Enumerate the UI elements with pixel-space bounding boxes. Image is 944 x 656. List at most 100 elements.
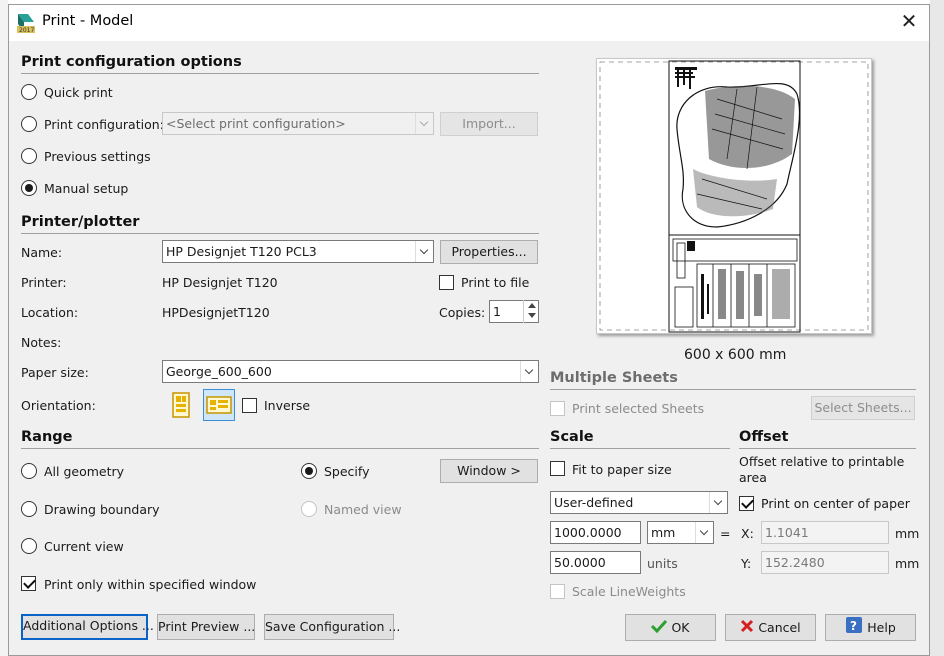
- drawing-thumbnail: [599, 60, 869, 333]
- section-divider: [739, 448, 916, 449]
- save-configuration-button[interactable]: Save Configuration ...: [264, 614, 400, 640]
- import-button[interactable]: Import...: [440, 112, 538, 136]
- copies-stepper[interactable]: [523, 300, 538, 323]
- radio-manual-setup[interactable]: [21, 180, 37, 196]
- label-manual-setup: Manual setup: [44, 181, 129, 196]
- label-scale-lineweights: Scale LineWeights: [572, 584, 686, 599]
- scale-equals-sign: =: [720, 526, 731, 541]
- label-print-on-center: Print on center of paper: [761, 496, 910, 511]
- label-specify: Specify: [324, 464, 370, 479]
- offset-y-input[interactable]: 152.2480: [761, 551, 889, 574]
- ok-button[interactable]: OK: [625, 614, 716, 641]
- section-divider: [21, 73, 539, 74]
- offset-y-unit: mm: [895, 556, 920, 571]
- chevron-down-icon: [695, 522, 713, 543]
- offset-x-unit: mm: [895, 526, 920, 541]
- scale-type-select[interactable]: User-defined: [550, 491, 728, 514]
- chevron-down-icon: [415, 113, 433, 134]
- print-to-file-checkbox[interactable]: [439, 275, 454, 290]
- label-location: Location:: [21, 305, 79, 320]
- radio-named-view[interactable]: [301, 501, 317, 517]
- label-units: units: [647, 556, 678, 571]
- properties-button[interactable]: Properties...: [440, 240, 538, 264]
- section-title-scale: Scale: [550, 429, 594, 445]
- scale-value1-input[interactable]: 1000.0000: [550, 521, 641, 544]
- label-offset-x: X:: [741, 526, 754, 541]
- select-sheets-button[interactable]: Select Sheets...: [811, 396, 915, 420]
- print-selected-sheets-checkbox[interactable]: [550, 401, 565, 416]
- paper-size-caption: 600 x 600 mm: [684, 347, 787, 363]
- print-configuration-select[interactable]: <Select print configuration>: [162, 112, 434, 135]
- paper-size-select[interactable]: George_600_600: [162, 360, 539, 383]
- stepper-down-icon[interactable]: [528, 313, 536, 318]
- section-title-offset: Offset: [739, 429, 789, 445]
- label-orientation: Orientation:: [21, 398, 96, 413]
- window-button[interactable]: Window >: [440, 459, 538, 483]
- chevron-down-icon: [709, 492, 727, 513]
- label-paper-size: Paper size:: [21, 365, 89, 380]
- printer-value: HP Designjet T120: [162, 275, 278, 290]
- radio-current-view[interactable]: [21, 538, 37, 554]
- section-title-printer: Printer/plotter: [21, 214, 140, 230]
- label-previous-settings: Previous settings: [44, 149, 151, 164]
- print-preview-button[interactable]: Print Preview ...: [157, 614, 255, 640]
- radio-print-configuration[interactable]: [21, 116, 37, 132]
- check-icon: [651, 616, 668, 641]
- cancel-button[interactable]: Cancel: [725, 614, 816, 641]
- stepper-up-icon[interactable]: [528, 303, 536, 308]
- label-quick-print: Quick print: [44, 85, 113, 100]
- label-offset-y: Y:: [741, 556, 752, 571]
- label-inverse: Inverse: [264, 398, 311, 413]
- chevron-down-icon: [520, 361, 538, 382]
- section-divider: [21, 233, 539, 234]
- autocad-app-icon: 2017: [16, 12, 36, 34]
- label-current-view: Current view: [44, 539, 124, 554]
- print-configuration-select-value: <Select print configuration>: [166, 116, 346, 131]
- print-preview-sheet: [596, 58, 872, 334]
- help-button[interactable]: ? Help: [825, 614, 916, 641]
- inverse-checkbox[interactable]: [242, 398, 257, 413]
- section-title-range: Range: [21, 429, 73, 445]
- label-name: Name:: [21, 245, 63, 260]
- section-divider: [550, 448, 730, 449]
- offset-description: Offset relative to printable area: [739, 454, 905, 485]
- section-divider: [550, 389, 916, 390]
- label-copies: Copies:: [439, 305, 486, 320]
- window-title: Print - Model: [42, 13, 134, 29]
- paper-size-value: George_600_600: [166, 364, 272, 379]
- label-printer: Printer:: [21, 275, 67, 290]
- scale-value2-input[interactable]: 50.0000: [550, 551, 641, 574]
- svg-text:?: ?: [850, 619, 857, 633]
- label-drawing-boundary: Drawing boundary: [44, 502, 160, 517]
- printer-name-select[interactable]: HP Designjet T120 PCL3: [162, 240, 434, 263]
- chevron-down-icon: [415, 241, 433, 262]
- scale-unit-value: mm: [651, 525, 676, 540]
- print-on-center-checkbox[interactable]: [739, 496, 754, 511]
- additional-options-button[interactable]: Additional Options ...: [21, 614, 154, 640]
- label-print-within-window: Print only within specified window: [44, 577, 257, 592]
- close-icon[interactable]: ✕: [898, 10, 920, 32]
- background-right: [930, 0, 944, 656]
- svg-text:2017: 2017: [19, 27, 34, 34]
- help-label: Help: [867, 620, 896, 635]
- radio-previous-settings[interactable]: [21, 148, 37, 164]
- title-bar: [9, 5, 929, 41]
- radio-specify[interactable]: [301, 463, 317, 479]
- radio-all-geometry[interactable]: [21, 463, 37, 479]
- location-value: HPDesignjetT120: [162, 305, 270, 320]
- x-icon: [740, 616, 754, 641]
- scale-lineweights-checkbox[interactable]: [550, 584, 565, 599]
- radio-drawing-boundary[interactable]: [21, 501, 37, 517]
- scale-unit-select[interactable]: mm: [647, 521, 714, 544]
- label-named-view: Named view: [324, 502, 402, 517]
- label-print-to-file: Print to file: [461, 275, 530, 290]
- label-all-geometry: All geometry: [44, 464, 125, 479]
- radio-quick-print[interactable]: [21, 84, 37, 100]
- print-within-window-checkbox[interactable]: [21, 576, 36, 591]
- offset-x-input[interactable]: 1.1041: [761, 521, 889, 544]
- portrait-orientation-icon[interactable]: [166, 390, 196, 420]
- label-print-configuration: Print configuration:: [44, 117, 164, 132]
- landscape-orientation-icon[interactable]: [203, 389, 235, 421]
- fit-to-paper-checkbox[interactable]: [550, 461, 565, 476]
- section-title-multiple-sheets: Multiple Sheets: [550, 370, 678, 386]
